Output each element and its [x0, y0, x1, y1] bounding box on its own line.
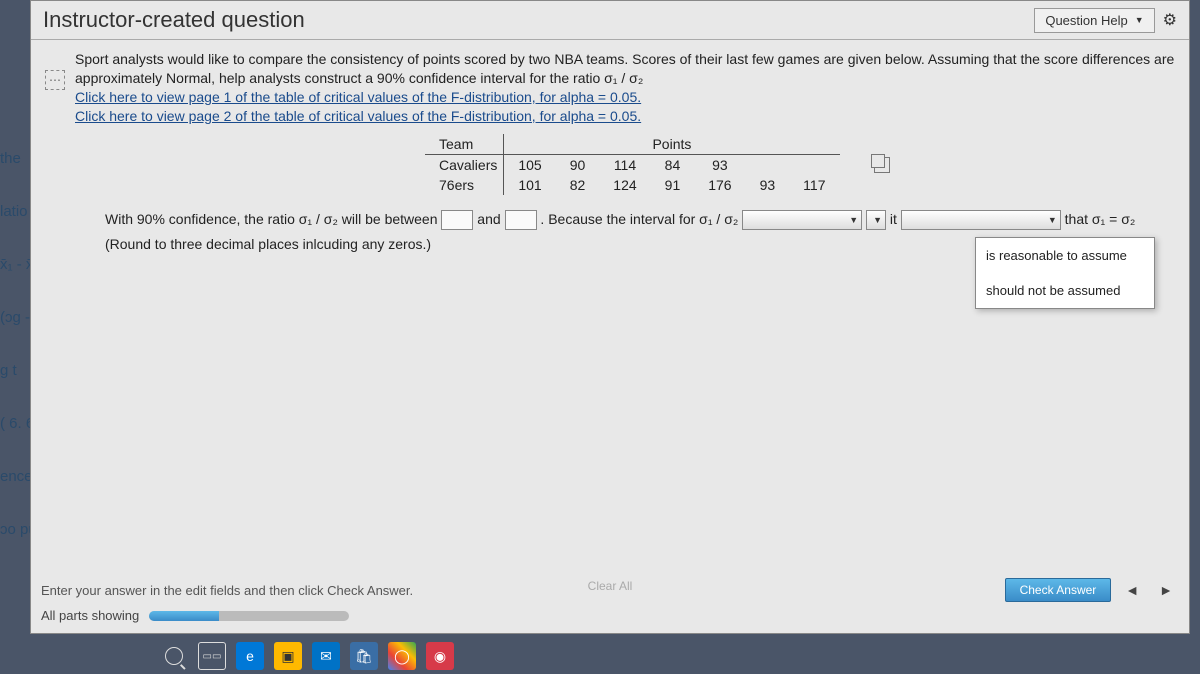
chrome-icon[interactable]: ◯: [388, 642, 416, 670]
question-content: ⋯ Sport analysts would like to compare t…: [31, 40, 1189, 267]
link-fdist-page2[interactable]: Click here to view page 2 of the table o…: [75, 107, 641, 126]
progress-bar: [149, 611, 349, 621]
edge-icon[interactable]: e: [236, 642, 264, 670]
it-dropdown[interactable]: ▼: [866, 210, 886, 230]
prev-arrow-icon[interactable]: ◄: [1119, 580, 1145, 600]
table-row: 76ers 101 82 124 91 176 93 117: [425, 175, 904, 195]
link-fdist-page1[interactable]: Click here to view page 1 of the table o…: [75, 88, 641, 107]
panel-footer: Clear All Enter your answer in the edit …: [41, 578, 1179, 623]
col-points: Points: [504, 134, 840, 155]
store-icon[interactable]: 🛍: [350, 642, 378, 670]
panel-header: Instructor-created question Question Hel…: [31, 1, 1189, 40]
windows-taskbar: ▭▭ e ▣ ✉ 🛍 ◯ ◉: [60, 638, 554, 674]
round-note: (Round to three decimal places inlcuding…: [105, 236, 431, 252]
answer-area: With 90% confidence, the ratio σ₁ / σ₂ w…: [45, 207, 1175, 257]
file-explorer-icon[interactable]: ▣: [274, 642, 302, 670]
task-view-icon[interactable]: ▭▭: [198, 642, 226, 670]
panel-title: Instructor-created question: [43, 7, 305, 33]
option-not-assumed[interactable]: should not be assumed: [976, 273, 1154, 308]
table-row: Cavaliers 105 90 114 84 93: [425, 154, 904, 175]
progress-fill: [149, 611, 219, 621]
interval-dropdown[interactable]: ▼: [742, 210, 862, 230]
app-icon[interactable]: ◉: [426, 642, 454, 670]
option-reasonable[interactable]: is reasonable to assume: [976, 238, 1154, 273]
next-arrow-icon[interactable]: ►: [1153, 580, 1179, 600]
upper-bound-input[interactable]: [505, 210, 537, 230]
search-icon[interactable]: [160, 642, 188, 670]
info-icon: ⋯: [45, 70, 65, 90]
lower-bound-input[interactable]: [441, 210, 473, 230]
gear-icon[interactable]: ⚙: [1163, 10, 1177, 30]
question-help-button[interactable]: Question Help ▼: [1034, 8, 1154, 33]
chevron-down-icon: ▼: [849, 212, 858, 228]
prompt-intro: Sport analysts would like to compare the…: [75, 50, 1175, 88]
chevron-down-icon: ▼: [1135, 15, 1144, 25]
copy-icon[interactable]: [874, 157, 890, 173]
parts-showing-label: All parts showing: [41, 608, 139, 623]
conclusion-dropdown[interactable]: ▼: [901, 210, 1061, 230]
points-table: Team Points Cavaliers 105 90 114 84 93 7…: [425, 134, 904, 195]
question-panel: Instructor-created question Question Hel…: [30, 0, 1190, 634]
chevron-down-icon: ▼: [873, 212, 882, 228]
footer-instruction: Enter your answer in the edit fields and…: [41, 583, 413, 598]
mail-icon[interactable]: ✉: [312, 642, 340, 670]
clear-all-button[interactable]: Clear All: [588, 579, 633, 593]
check-answer-button[interactable]: Check Answer: [1005, 578, 1112, 602]
dropdown-options-popup: is reasonable to assume should not be as…: [975, 237, 1155, 310]
chevron-down-icon: ▼: [1048, 212, 1057, 228]
col-team: Team: [425, 134, 504, 155]
